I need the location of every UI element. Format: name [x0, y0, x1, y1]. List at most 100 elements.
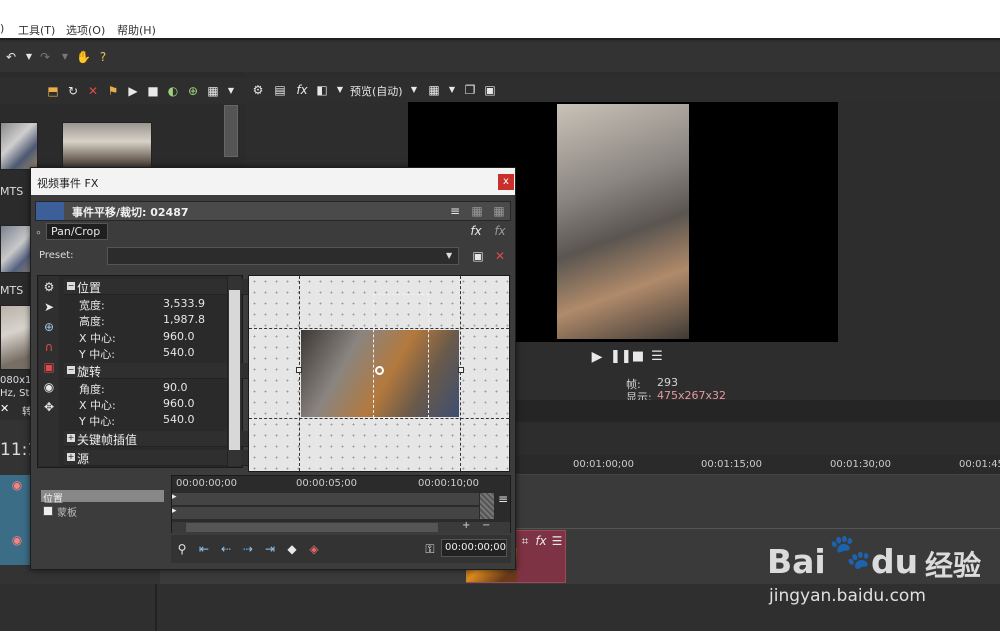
views-icon[interactable]: ▦: [206, 84, 220, 98]
chevron-down-icon[interactable]: ▼: [333, 83, 347, 97]
property-value[interactable]: 1,987.8: [163, 313, 205, 326]
menu-item-options[interactable]: 选项(O): [66, 22, 105, 38]
import-icon[interactable]: ⬒: [46, 84, 60, 98]
scrollbar[interactable]: [224, 105, 238, 157]
auto-preview-icon[interactable]: ⚑: [106, 84, 120, 98]
delete-keyframe-icon[interactable]: ◈: [307, 542, 321, 556]
zoom-out-icon[interactable]: −: [482, 520, 490, 531]
section-title: 旋转: [77, 365, 102, 379]
plugin-chain-icon[interactable]: [36, 202, 64, 220]
media-fx-icon[interactable]: ◐: [166, 84, 180, 98]
save-snapshot-icon[interactable]: ▣: [483, 83, 497, 97]
properties-scrollbar[interactable]: [227, 276, 241, 466]
keyframe-lock-icon[interactable]: ⚿: [423, 542, 437, 556]
gear-icon[interactable]: ⚙: [42, 280, 56, 294]
prev-keyframe-icon[interactable]: ⇠: [219, 542, 233, 556]
pointer-icon[interactable]: ➤: [42, 300, 56, 314]
last-keyframe-icon[interactable]: ⇥: [263, 542, 277, 556]
view-grid-icon[interactable]: ▦: [470, 204, 484, 218]
grid-icon[interactable]: ▦: [427, 83, 441, 97]
keyframe-row[interactable]: [172, 507, 479, 519]
scrollbar-thumb[interactable]: [229, 290, 240, 450]
scale-center-icon[interactable]: ◉: [42, 380, 56, 394]
chevron-down-icon[interactable]: ▼: [407, 83, 421, 97]
plugin-fx-icon[interactable]: fx: [469, 224, 483, 238]
help-icon[interactable]: ?: [96, 50, 110, 64]
track-fx-icon[interactable]: ◉: [10, 478, 24, 492]
menu-icon[interactable]: ☰: [650, 350, 664, 364]
menu-item-tools[interactable]: 工具(T): [18, 22, 55, 38]
stop-icon[interactable]: ■: [146, 84, 160, 98]
save-preset-icon[interactable]: ▣: [471, 249, 485, 263]
preview-device-icon[interactable]: ▤: [273, 83, 287, 97]
center-handle[interactable]: [375, 366, 384, 375]
stop-icon[interactable]: ■: [631, 350, 645, 364]
scrollbar-thumb[interactable]: [186, 523, 438, 532]
menu-icon[interactable]: ☰: [550, 534, 564, 548]
move-icon[interactable]: ✥: [42, 400, 56, 414]
pan-crop-canvas[interactable]: [248, 275, 510, 472]
keyframe-timecode-field[interactable]: 00:00:00;00: [441, 539, 507, 557]
lock-aspect-icon[interactable]: ▣: [42, 360, 56, 374]
resize-handle[interactable]: [296, 367, 302, 373]
first-keyframe-icon[interactable]: ⇤: [197, 542, 211, 556]
pause-icon[interactable]: ❚❚: [610, 350, 632, 364]
rotated-output-frame[interactable]: [373, 294, 429, 418]
media-thumbnail[interactable]: [0, 122, 38, 170]
next-keyframe-icon[interactable]: ⇢: [241, 542, 255, 556]
search-icon[interactable]: ⊕: [186, 84, 200, 98]
resize-handle[interactable]: [458, 367, 464, 373]
delete-icon[interactable]: ✕: [86, 84, 100, 98]
copy-snapshot-icon[interactable]: ❐: [463, 83, 477, 97]
property-value[interactable]: 960.0: [163, 397, 195, 410]
track-fx-icon[interactable]: ◉: [10, 533, 24, 547]
property-value[interactable]: 90.0: [163, 381, 188, 394]
horizontal-scrollbar[interactable]: + −: [172, 520, 510, 533]
gear-icon[interactable]: ⚙: [251, 83, 265, 97]
property-value[interactable]: 3,533.9: [163, 297, 205, 310]
sync-cursor-icon[interactable]: ⚲: [175, 542, 189, 556]
chevron-down-icon[interactable]: ▼: [445, 83, 459, 97]
mask-checkbox[interactable]: [43, 506, 53, 516]
media-thumbnail[interactable]: [62, 122, 152, 170]
property-value[interactable]: 540.0: [163, 346, 195, 359]
keyframe-marker[interactable]: ▸: [172, 506, 177, 516]
event-fx-icon[interactable]: fx: [534, 534, 548, 548]
keyframe-marker[interactable]: ▸: [172, 492, 177, 502]
play-icon[interactable]: ▶: [126, 84, 140, 98]
property-value[interactable]: 960.0: [163, 330, 195, 343]
keyframe-row[interactable]: [172, 493, 479, 505]
play-icon[interactable]: ▶: [590, 350, 604, 364]
redo-icon[interactable]: ↷: [38, 50, 52, 64]
delete-preset-icon[interactable]: ✕: [493, 249, 507, 263]
video-fx-icon[interactable]: fx: [295, 83, 309, 97]
whats-this-icon[interactable]: ✋: [76, 50, 91, 64]
chevron-down-icon[interactable]: ▼: [22, 50, 36, 64]
undo-icon[interactable]: ↶: [4, 50, 18, 64]
keyframe-timeline[interactable]: 00:00:00;00 00:00:05;00 00:00:10;00 ▸ ▸ …: [171, 475, 511, 533]
keyframe-track-position[interactable]: 位置: [41, 490, 164, 505]
menu-icon[interactable]: ≡: [496, 492, 510, 506]
split-screen-icon[interactable]: ◧: [315, 83, 329, 97]
view-list-icon[interactable]: ≡: [448, 204, 462, 218]
preview-quality-select[interactable]: 预览(自动): [350, 83, 403, 99]
zoom-in-icon[interactable]: +: [462, 520, 470, 531]
property-value[interactable]: 540.0: [163, 413, 195, 426]
zoom-icon[interactable]: ⊕: [42, 320, 56, 334]
snap-icon[interactable]: ∩: [42, 340, 56, 354]
splitter[interactable]: [155, 584, 157, 631]
view-tiles-icon[interactable]: ▦: [492, 204, 506, 218]
dialog-titlebar[interactable]: 视频事件 FX: [31, 168, 515, 195]
chevron-down-icon[interactable]: ▼: [224, 84, 238, 98]
close-button[interactable]: x: [498, 174, 514, 190]
plugin-tab[interactable]: Pan/Crop: [46, 223, 108, 240]
chevron-down-icon[interactable]: ▼: [58, 50, 72, 64]
menu-item-view[interactable]: ): [0, 22, 4, 35]
refresh-icon[interactable]: ↻: [66, 84, 80, 98]
remove-fx-icon[interactable]: fx: [493, 224, 507, 238]
add-keyframe-icon[interactable]: ◆: [285, 542, 299, 556]
close-icon[interactable]: ✕: [0, 402, 9, 415]
menu-item-help[interactable]: 帮助(H): [117, 22, 156, 38]
preset-select[interactable]: ▼: [107, 247, 459, 265]
crop-icon[interactable]: ⌗: [518, 534, 532, 548]
